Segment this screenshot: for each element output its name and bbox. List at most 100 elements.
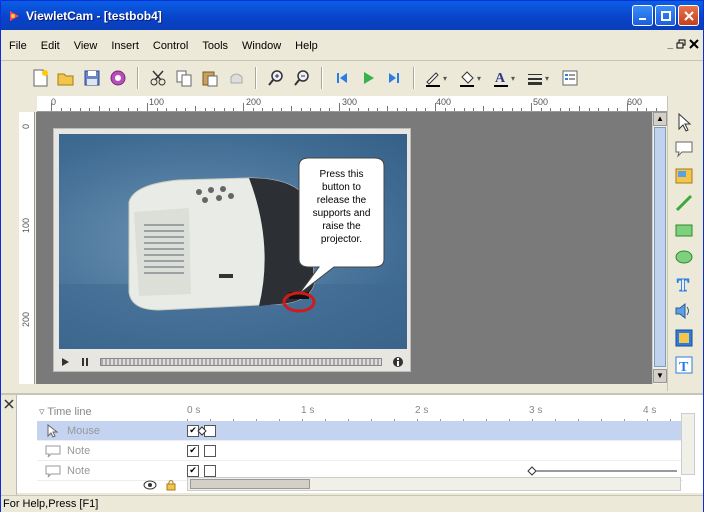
time-tick: 4 s [643,405,657,416]
visible-checkbox[interactable]: ✔ [187,444,199,457]
ruler-tick [367,108,369,111]
select-tool[interactable] [672,110,696,134]
ruler-tick [348,108,350,111]
close-button[interactable] [678,5,699,26]
note-tool[interactable] [672,137,696,161]
record-button[interactable] [107,67,129,89]
mdi-restore-button[interactable] [676,39,686,52]
menu-help[interactable]: Help [295,40,318,52]
scroll-thumb[interactable] [190,479,310,489]
speech-bubble-icon [45,465,61,477]
skip-forward-icon [389,73,399,83]
image-tool[interactable] [672,164,696,188]
paste-button[interactable] [199,67,221,89]
rectangle-tool[interactable] [672,218,696,242]
play-button[interactable] [357,67,379,89]
ruler-tick [300,108,302,111]
ruler-tick [511,108,513,111]
sound-tool[interactable] [672,299,696,323]
scroll-down-button[interactable]: ▼ [653,369,667,383]
close-icon[interactable] [2,397,16,411]
menu-window[interactable]: Window [242,40,281,52]
canvas-vertical-scrollbar[interactable]: ▲ ▼ [652,112,667,384]
timeline-duration-bar[interactable] [527,465,677,476]
menu-tools[interactable]: Tools [202,40,228,52]
ruler-tick [483,106,484,111]
undo-button[interactable] [225,67,247,89]
menu-view[interactable]: View [74,40,98,52]
svg-text:T: T [679,360,689,375]
ruler-tick [118,108,120,111]
menu-insert[interactable]: Insert [111,40,139,52]
cut-button[interactable] [147,67,169,89]
ruler-tick [291,106,292,111]
minimize-button[interactable] [632,5,653,26]
ruler-tick [627,103,628,111]
ruler-tick [195,106,196,111]
go-start-button[interactable] [331,67,353,89]
properties-button[interactable] [559,67,581,89]
line-style-button[interactable]: ▾ [525,67,555,89]
svg-text:▾: ▾ [477,74,481,83]
go-end-button[interactable] [383,67,405,89]
ruler-label: 100 [149,97,165,107]
fill-color-button[interactable]: ▾ [457,67,487,89]
text-color-button[interactable]: A ▾ [491,67,521,89]
timeline-vertical-scrollbar[interactable] [681,413,695,475]
cursor-image-tool[interactable] [672,326,696,350]
info-icon[interactable] [392,356,404,368]
lock-checkbox[interactable] [204,444,216,457]
timeline-row-label: Mouse [67,424,101,437]
ruler-tick [147,103,148,111]
new-file-icon [33,69,48,87]
line-tool[interactable] [672,191,696,215]
zoom-out-button[interactable] [291,67,313,89]
status-text: For Help,Press [F1] [3,498,99,510]
seek-bar[interactable] [100,358,382,366]
keyframe-marker[interactable] [197,425,207,436]
ruler-tick [463,108,465,111]
ruler-label: 300 [342,97,358,107]
line-color-button[interactable]: ▾ [423,67,453,89]
text-tool[interactable]: T [672,272,696,296]
new-button[interactable] [29,67,51,89]
ruler-label: 400 [436,97,452,107]
timeline-panel: ▿ Time line 0 s 1 s 2 s 3 s 4 s Mouse ✔ … [1,393,703,495]
menu-control[interactable]: Control [153,40,188,52]
play-icon[interactable] [60,357,70,367]
ruler-tick [636,108,638,111]
menu-file[interactable]: File [9,40,27,52]
timeline-horizontal-scrollbar[interactable] [187,477,681,491]
player-controls [54,353,410,371]
ellipse-tool[interactable] [672,245,696,269]
eye-icon[interactable] [143,479,157,491]
ruler-tick [425,108,427,111]
ruler-tick [252,108,254,111]
visible-checkbox[interactable]: ✔ [187,464,199,477]
ruler-tick [588,108,590,111]
timeline-header-label[interactable]: ▿ Time line [39,405,92,418]
ruler-tick [598,108,600,111]
properties-icon [562,70,578,86]
scroll-up-button[interactable]: ▲ [653,112,667,126]
lock-icon[interactable] [165,479,177,491]
ruler-tick [377,108,379,111]
mdi-minimize-button[interactable]: _ [667,39,673,52]
zoom-in-button[interactable] [265,67,287,89]
copy-button[interactable] [173,67,195,89]
pause-icon[interactable] [80,357,90,367]
ruler-tick [262,108,264,111]
maximize-button[interactable] [655,5,676,26]
save-button[interactable] [81,67,103,89]
menu-edit[interactable]: Edit [41,40,60,52]
scroll-thumb[interactable] [654,127,666,367]
text-box-tool[interactable]: T [672,353,696,377]
title-bar[interactable]: ViewletCam - [testbob4] [1,1,703,30]
video-frame[interactable]: Press this button to release the support… [53,128,411,372]
timeline-row-note[interactable]: Note ✔ [37,441,683,461]
text-t-icon: T [677,275,690,295]
timeline-row-mouse[interactable]: Mouse ✔ [37,421,683,441]
lock-checkbox[interactable] [204,464,216,477]
open-button[interactable] [55,67,77,89]
mdi-close-button[interactable] [689,39,699,52]
